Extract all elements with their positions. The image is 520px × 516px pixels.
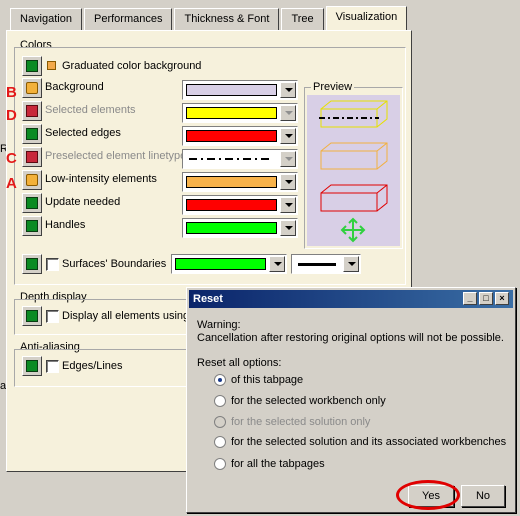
dropdown-arrow-icon[interactable] [280,197,296,213]
handles-color-combo[interactable] [182,218,298,238]
lock-icon [26,128,38,140]
aa-checkbox[interactable] [46,360,59,373]
update-needed-color-swatch [186,199,277,211]
no-button[interactable]: No [461,485,505,507]
yes-highlight-circle [396,480,460,510]
lock-icon [26,105,38,117]
dropdown-arrow-icon[interactable] [343,256,359,272]
marker-c: C [6,150,17,167]
graduated-checkbox[interactable] [47,61,56,70]
surfaces-color-swatch [175,258,266,270]
warning-title: Warning: [197,319,241,331]
graduated-lock-button[interactable] [22,56,42,76]
preview-title: Preview [311,81,355,93]
tab-bar: Navigation Performances Thickness & Font… [10,6,409,30]
surfaces-thickness-combo[interactable] [291,254,361,274]
reset-dialog: Reset _ □ × Warning: Cancellation after … [186,287,516,513]
selected-edges-lock-button[interactable] [22,124,42,144]
tab-thickness-font[interactable]: Thickness & Font [174,8,280,30]
radio-solution-and-workbenches[interactable] [214,436,226,448]
close-icon[interactable]: × [495,292,509,305]
selected-edges-color-combo[interactable] [182,126,298,146]
surfaces-color-combo[interactable] [171,254,287,274]
handles-move-icon [340,217,366,243]
option-selected-solution: for the selected solution only [231,416,371,428]
lock-icon [26,197,38,209]
low-intensity-lock-button[interactable] [22,170,42,190]
minimize-icon[interactable]: _ [463,292,477,305]
dash-dot-linetype-icon [189,158,273,160]
selected-elements-color-swatch [186,107,277,119]
tab-navigation[interactable]: Navigation [10,8,82,30]
lock-icon [26,360,38,372]
preselected-linetype-lock-button[interactable] [22,147,42,167]
dialog-titlebar[interactable]: Reset _ □ × [189,290,513,308]
surfaces-lock-button[interactable] [22,254,42,274]
preselected-linetype-label: Preselected element linetype [45,150,187,162]
marker-d: D [6,107,17,124]
preselected-linetype-combo[interactable] [182,149,298,169]
dialog-title: Reset [193,293,223,305]
dropdown-arrow-icon[interactable] [280,220,296,236]
dropdown-arrow-icon[interactable] [280,105,296,121]
depth-label: Display all elements using Z [62,310,199,322]
graduated-label: Graduated color background [62,60,202,72]
preview-drawing [319,100,388,243]
selected-elements-label: Selected elements [45,104,136,116]
lock-icon [26,220,38,232]
tab-visualization[interactable]: Visualization [325,6,408,30]
selected-edges-label: Selected edges [45,127,121,139]
aa-lock-button[interactable] [22,356,42,376]
depth-checkbox[interactable] [46,310,59,323]
lock-icon [26,258,38,270]
reset-options-label: Reset all options: [197,357,282,369]
option-all-tabpages: for all the tabpages [231,458,325,470]
update-needed-color-combo[interactable] [182,195,298,215]
background-lock-button[interactable] [22,78,42,98]
aa-label: Edges/Lines [62,360,123,372]
dropdown-arrow-icon[interactable] [280,82,296,98]
maximize-icon[interactable]: □ [479,292,493,305]
low-intensity-color-swatch [186,176,277,188]
lock-icon [26,60,38,72]
surfaces-checkbox[interactable] [46,258,59,271]
dropdown-arrow-icon[interactable] [269,256,285,272]
handles-lock-button[interactable] [22,216,42,236]
surfaces-label: Surfaces' Boundaries [62,258,167,270]
preview-area [307,95,400,246]
selected-edges-color-swatch [186,130,277,142]
dropdown-arrow-icon[interactable] [280,128,296,144]
low-intensity-color-combo[interactable] [182,172,298,192]
selected-elements-color-combo[interactable] [182,103,298,123]
handles-label: Handles [45,219,86,231]
low-intensity-label: Low-intensity elements [45,173,157,185]
update-needed-label: Update needed [45,196,121,208]
lock-icon [26,151,38,163]
option-solution-and-workbenches: for the selected solution and its associ… [231,436,507,448]
radio-all-tabpages[interactable] [214,458,226,470]
tab-tree[interactable]: Tree [281,8,324,30]
option-this-tabpage: of this tabpage [231,374,304,386]
marker-b: B [6,84,17,101]
depth-lock-button[interactable] [22,306,42,326]
background-color-combo[interactable] [182,80,298,100]
dropdown-arrow-icon[interactable] [280,151,296,167]
tab-performances[interactable]: Performances [83,8,173,30]
warning-text: Cancellation after restoring original op… [197,332,504,344]
marker-a: A [6,175,17,192]
update-needed-lock-button[interactable] [22,193,42,213]
radio-selected-solution[interactable] [214,416,226,428]
lock-icon [26,310,38,322]
option-selected-workbench: for the selected workbench only [231,395,386,407]
line-thickness-icon [298,263,336,266]
radio-this-tabpage[interactable] [214,374,226,386]
dropdown-arrow-icon[interactable] [280,174,296,190]
unlocked-icon [26,82,38,94]
unlocked-icon [26,174,38,186]
handles-color-swatch [186,222,277,234]
background-label: Background [45,81,104,93]
background-color-swatch [186,84,277,96]
selected-elements-lock-button[interactable] [22,101,42,121]
radio-selected-workbench[interactable] [214,395,226,407]
